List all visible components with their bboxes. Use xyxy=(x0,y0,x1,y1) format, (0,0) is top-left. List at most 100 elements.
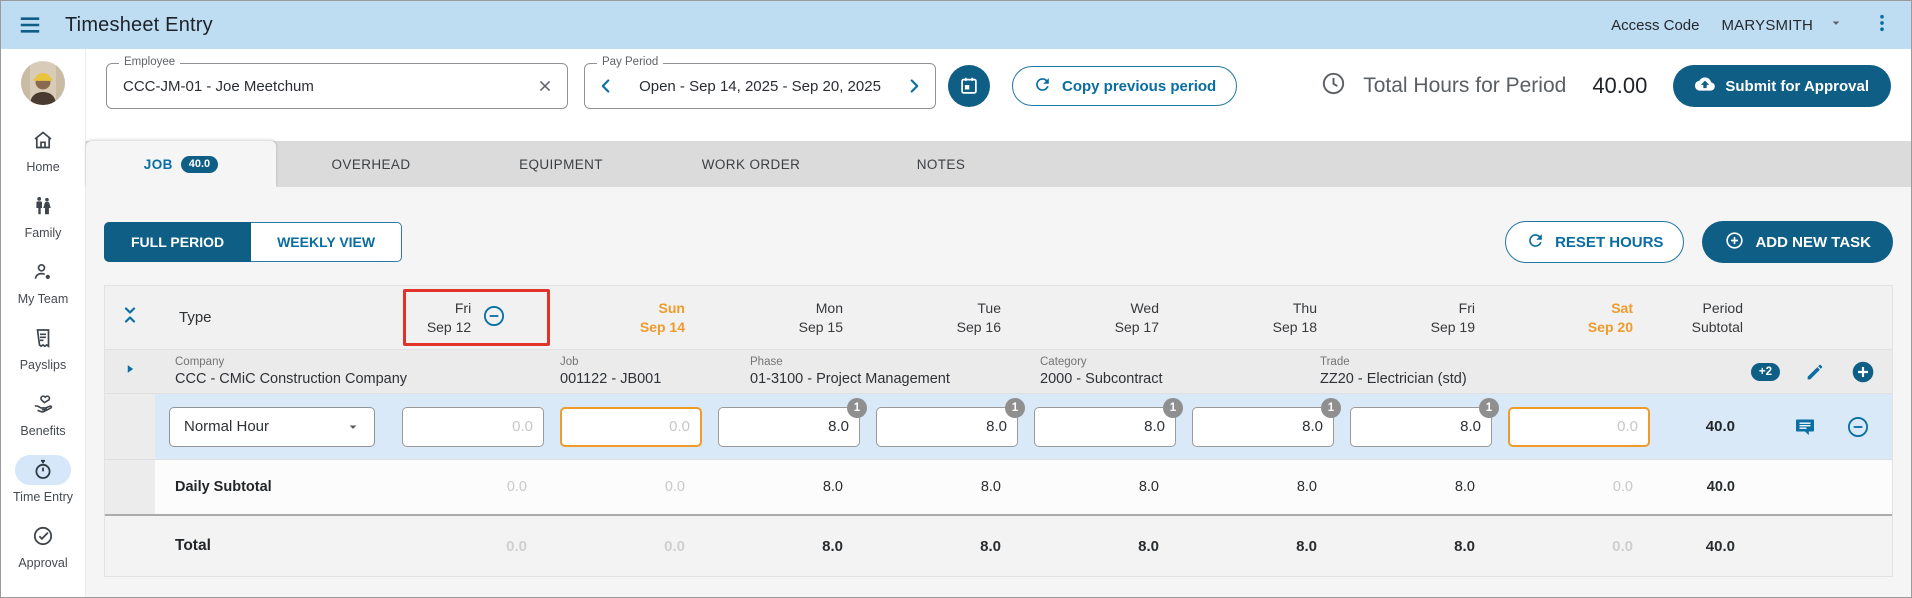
comment-icon[interactable] xyxy=(1793,415,1817,439)
cloud-upload-icon xyxy=(1695,74,1716,98)
stopwatch-icon xyxy=(15,455,71,485)
weekly-view-toggle[interactable]: WEEKLY VIEW xyxy=(251,222,403,262)
day-header-wed-sep-17: Wed Sep 17 xyxy=(1114,300,1159,335)
sidebar-nav: Home Family My Team Payslips Benefits Ti… xyxy=(1,49,86,597)
employee-field[interactable]: Employee CCC-JM-01 - Joe Meetchum xyxy=(106,56,568,109)
chevron-down-icon xyxy=(349,425,357,429)
total-value: 8.0 xyxy=(1454,537,1475,555)
access-code-value[interactable]: MARYSMITH xyxy=(1721,17,1813,34)
highlight-annotation xyxy=(403,289,550,346)
family-icon xyxy=(31,191,55,221)
page-title: Timesheet Entry xyxy=(65,13,213,36)
total-hours-summary: Total Hours for Period 40.00 xyxy=(1320,70,1647,102)
edit-task-icon[interactable] xyxy=(1804,361,1826,383)
expand-row-icon[interactable] xyxy=(121,360,139,383)
total-row: Total 0.0 0.0 8.0 8.0 8.0 8.0 8.0 0.0 40… xyxy=(105,516,1892,576)
hamburger-menu-icon[interactable] xyxy=(17,12,43,38)
remove-day-icon[interactable] xyxy=(481,303,507,332)
more-segments-badge[interactable]: +2 xyxy=(1750,362,1780,381)
clear-employee-icon[interactable] xyxy=(535,76,555,96)
hour-cell-thu-sep-18: 1 xyxy=(1185,394,1343,459)
hour-cell-mon-sep-15: 1 xyxy=(711,394,869,459)
add-new-task-button[interactable]: ADD NEW TASK xyxy=(1702,221,1893,263)
hours-input-thu-sep-18[interactable] xyxy=(1192,406,1334,447)
hours-input-mon-sep-15[interactable] xyxy=(718,406,860,447)
submit-for-approval-button[interactable]: Submit for Approval xyxy=(1673,65,1891,107)
collapse-all-icon[interactable] xyxy=(118,303,142,332)
plus-circle-icon xyxy=(1724,230,1745,255)
sidebar-item-time-entry[interactable]: Time Entry xyxy=(1,447,85,513)
total-period-total: 40.0 xyxy=(1705,537,1735,555)
daily-subtotal-value: 8.0 xyxy=(1138,479,1159,495)
access-code-label: Access Code xyxy=(1611,16,1700,34)
hour-cell-tue-sep-16: 1 xyxy=(869,394,1027,459)
sidebar-item-home[interactable]: Home xyxy=(1,117,85,183)
tab-notes[interactable]: NOTES xyxy=(846,141,1036,187)
day-header-sat-sep-20: Sat Sep 20 xyxy=(1587,300,1633,335)
total-hours-value: 40.00 xyxy=(1592,73,1648,98)
hour-type-select[interactable]: Normal Hour xyxy=(169,406,375,447)
hours-input-sat-sep-20[interactable] xyxy=(1508,406,1650,447)
user-avatar[interactable] xyxy=(21,61,65,105)
previous-period-chevron-icon[interactable] xyxy=(595,75,617,97)
pay-period-value: Open - Sep 14, 2025 - Sep 20, 2025 xyxy=(639,77,881,95)
reset-hours-button[interactable]: RESET HOURS xyxy=(1505,221,1685,263)
day-header-thu-sep-18: Thu Sep 18 xyxy=(1272,300,1317,335)
day-header-fri-sep-19: Fri Sep 19 xyxy=(1430,300,1475,335)
overflow-menu-icon[interactable] xyxy=(1871,12,1893,39)
hour-cell-fri-sep-12 xyxy=(395,394,553,459)
hours-input-tue-sep-16[interactable] xyxy=(876,406,1018,447)
sidebar-item-family[interactable]: Family xyxy=(1,183,85,249)
daily-subtotal-value: 0.0 xyxy=(506,479,527,495)
access-code-caret-icon[interactable] xyxy=(1827,14,1845,37)
total-label: Total xyxy=(175,537,211,554)
sidebar-item-my-team[interactable]: My Team xyxy=(1,249,85,315)
add-task-row-icon[interactable] xyxy=(1850,359,1876,385)
full-period-toggle[interactable]: FULL PERIOD xyxy=(104,222,252,262)
period-subtotal-header: Period Subtotal xyxy=(1691,300,1743,335)
calendar-button[interactable] xyxy=(948,65,990,107)
daily-subtotal-value: 0.0 xyxy=(664,479,685,495)
employee-field-label: Employee xyxy=(119,56,181,68)
total-value: 8.0 xyxy=(822,537,843,555)
day-header-sun-sep-14: Sun Sep 14 xyxy=(639,300,685,335)
hour-cell-sat-sep-20 xyxy=(1501,394,1659,459)
sidebar-item-approval[interactable]: Approval xyxy=(1,513,85,579)
grid-header-row: Type Fri Sep 12 Sun Sep 14 Mon Sep 15 Tu… xyxy=(105,286,1892,350)
tab-overhead[interactable]: OVERHEAD xyxy=(276,141,466,187)
day-header-mon-sep-15: Mon Sep 15 xyxy=(798,300,843,335)
remove-row-icon[interactable] xyxy=(1845,414,1871,440)
tab-content: FULL PERIOD WEEKLY VIEW RESET HOURS ADD … xyxy=(86,187,1911,597)
daily-subtotal-label: Daily Subtotal xyxy=(175,479,272,495)
sidebar-item-payslips[interactable]: Payslips xyxy=(1,315,85,381)
refresh-icon xyxy=(1033,75,1052,98)
row-period-subtotal: 40.0 xyxy=(1705,418,1735,435)
task-category: Category 2000 - Subcontract xyxy=(1040,356,1163,387)
total-value: 8.0 xyxy=(980,537,1001,555)
tab-equipment[interactable]: EQUIPMENT xyxy=(466,141,656,187)
payslips-icon xyxy=(31,323,55,353)
entry-count-badge: 1 xyxy=(1005,397,1025,418)
home-icon xyxy=(31,125,55,155)
hour-cell-sun-sep-14 xyxy=(553,394,711,459)
type-column-header: Type xyxy=(179,309,212,326)
hours-input-sun-sep-14[interactable] xyxy=(560,406,702,447)
task-detail-row: Company CCC - CMiC Construction Company … xyxy=(105,350,1892,394)
entry-count-badge: 1 xyxy=(1479,397,1499,418)
pay-period-field-label: Pay Period xyxy=(597,56,664,68)
task-trade: Trade ZZ20 - Electrician (std) xyxy=(1320,356,1467,387)
my-team-icon xyxy=(31,257,55,287)
hour-entry-row: Normal Hour 0.0 0.0 8.0 1 8.0 1 8.0 1 8.… xyxy=(105,394,1892,460)
next-period-chevron-icon[interactable] xyxy=(903,75,925,97)
sidebar-item-benefits[interactable]: Benefits xyxy=(1,381,85,447)
hours-input-wed-sep-17[interactable] xyxy=(1034,406,1176,447)
hour-cell-fri-sep-19: 1 xyxy=(1343,394,1501,459)
copy-previous-period-button[interactable]: Copy previous period xyxy=(1012,66,1238,106)
daily-subtotal-row: Daily Subtotal 0.0 0.0 8.0 8.0 8.0 8.0 8… xyxy=(105,460,1892,516)
hours-input-fri-sep-19[interactable] xyxy=(1350,406,1492,447)
tab-job[interactable]: JOB 40.0 xyxy=(86,141,276,187)
tab-work-order[interactable]: WORK ORDER xyxy=(656,141,846,187)
hours-input-fri-sep-12[interactable] xyxy=(402,406,544,447)
total-value: 8.0 xyxy=(1138,537,1159,555)
task-company: Company CCC - CMiC Construction Company xyxy=(175,356,408,387)
